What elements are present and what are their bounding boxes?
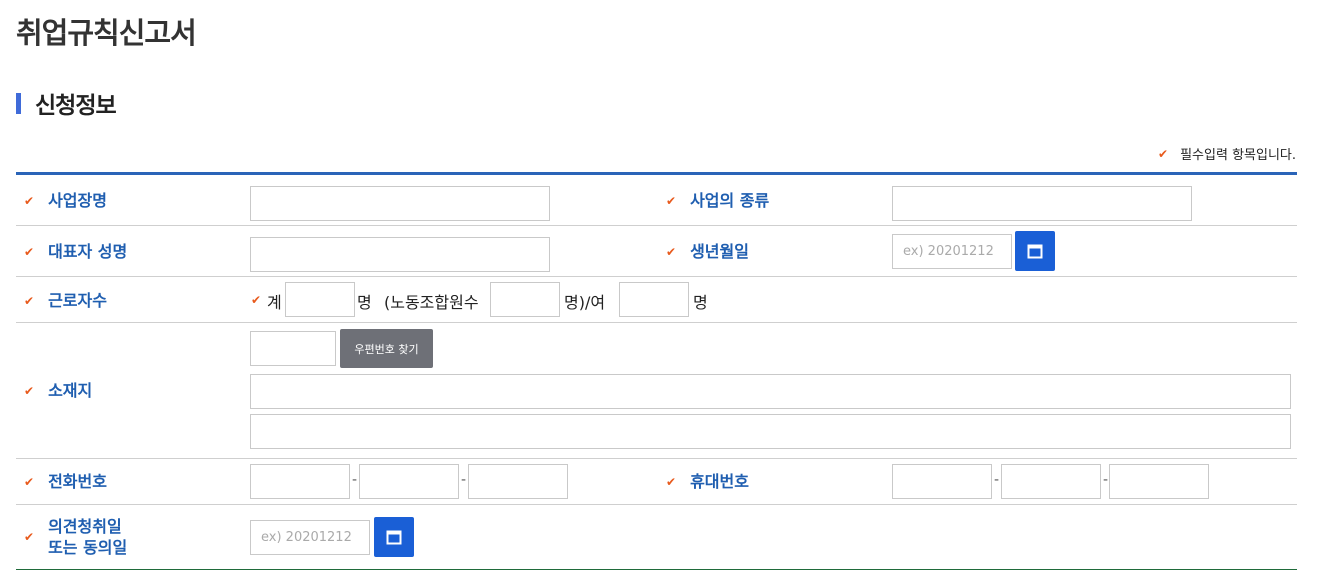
representative-input[interactable] — [250, 237, 550, 272]
check-icon: ✔ — [666, 244, 677, 259]
mobile-label: ✔ 휴대번호 — [666, 472, 749, 491]
required-note: ✔ 필수입력 항목입니다. — [1158, 144, 1296, 164]
opinion-date-label-line2: 또는 동의일 — [48, 538, 128, 557]
check-icon: ✔ — [24, 293, 35, 308]
business-name-label: ✔ 사업장명 — [24, 191, 107, 210]
calendar-icon — [386, 530, 402, 545]
calendar-icon — [1027, 244, 1043, 259]
page-title: 취업규칙신고서 — [16, 16, 197, 50]
business-type-input[interactable] — [892, 186, 1192, 221]
phone-part2-input[interactable] — [359, 464, 459, 499]
business-name-input[interactable] — [250, 186, 550, 221]
zip-search-button[interactable]: 우편번호 찾기 — [340, 329, 433, 368]
opinion-date-calendar-button[interactable] — [374, 517, 414, 557]
mobile-part3-input[interactable] — [1109, 464, 1209, 499]
opinion-date-input[interactable] — [250, 520, 370, 555]
workers-union-label: (노동조합원수 — [384, 293, 479, 312]
check-icon: ✔ — [24, 530, 35, 544]
check-icon: ✔ — [666, 474, 677, 489]
check-icon: ✔ — [24, 193, 35, 208]
row-workers: ✔ 근로자수 ✔ 계 명 (노동조합원수 명)/여 명 — [16, 277, 1297, 323]
business-type-label: ✔ 사업의 종류 — [666, 191, 770, 210]
workers-female-input[interactable] — [619, 282, 689, 317]
check-icon: ✔ — [666, 193, 677, 208]
workers-union-input[interactable] — [490, 282, 560, 317]
address-line1-input[interactable] — [250, 374, 1291, 409]
row-address: ✔ 소재지 우편번호 찾기 — [16, 323, 1297, 459]
check-icon: ✔ — [24, 474, 35, 489]
row-phone: ✔ 전화번호 - - ✔ 휴대번호 - - — [16, 459, 1297, 505]
section-title-bar — [16, 92, 21, 114]
mobile-dash: - — [1103, 472, 1109, 488]
phone-label: ✔ 전화번호 — [24, 472, 107, 491]
row-business: ✔ 사업장명 ✔ 사업의 종류 — [16, 175, 1297, 226]
row-representative: ✔ 대표자 성명 ✔ 생년월일 — [16, 226, 1297, 277]
required-note-text: 필수입력 항목입니다. — [1180, 148, 1296, 163]
birth-date-input[interactable] — [892, 234, 1012, 269]
mobile-dash: - — [994, 472, 1000, 488]
mobile-part1-input[interactable] — [892, 464, 992, 499]
address-label: ✔ 소재지 — [24, 381, 93, 400]
mobile-part2-input[interactable] — [1001, 464, 1101, 499]
section-title: 신청정보 — [16, 86, 117, 120]
check-icon: ✔ — [24, 244, 35, 259]
address-line2-input[interactable] — [250, 414, 1291, 449]
opinion-date-label: ✔ 의견청취일 또는 동의일 — [24, 516, 127, 558]
birth-date-calendar-button[interactable] — [1015, 231, 1055, 271]
phone-dash: - — [461, 472, 467, 488]
birth-date-label: ✔ 생년월일 — [666, 242, 749, 261]
workers-female-unit: 명 — [693, 293, 708, 312]
phone-part1-input[interactable] — [250, 464, 350, 499]
workers-total-prefix: 계 — [267, 293, 282, 312]
phone-dash: - — [352, 472, 358, 488]
workers-total-unit: 명 — [357, 293, 372, 312]
application-form: ✔ 사업장명 ✔ 사업의 종류 ✔ 대표자 성명 ✔ 생년월일 ex) 2020… — [16, 172, 1297, 570]
workers-union-suffix: 명)/여 — [564, 293, 606, 312]
opinion-date-label-line1: 의견청취일 — [48, 517, 122, 536]
check-icon: ✔ — [251, 293, 262, 307]
representative-label: ✔ 대표자 성명 — [24, 242, 128, 261]
row-opinion-date: ✔ 의견청취일 또는 동의일 — [16, 505, 1297, 569]
section-title-text: 신청정보 — [35, 93, 117, 119]
check-icon: ✔ — [1158, 146, 1169, 161]
workers-total-input[interactable] — [285, 282, 355, 317]
phone-part3-input[interactable] — [468, 464, 568, 499]
zip-code-input[interactable] — [250, 331, 336, 366]
check-icon: ✔ — [24, 383, 35, 398]
workers-label: ✔ 근로자수 — [24, 291, 107, 310]
